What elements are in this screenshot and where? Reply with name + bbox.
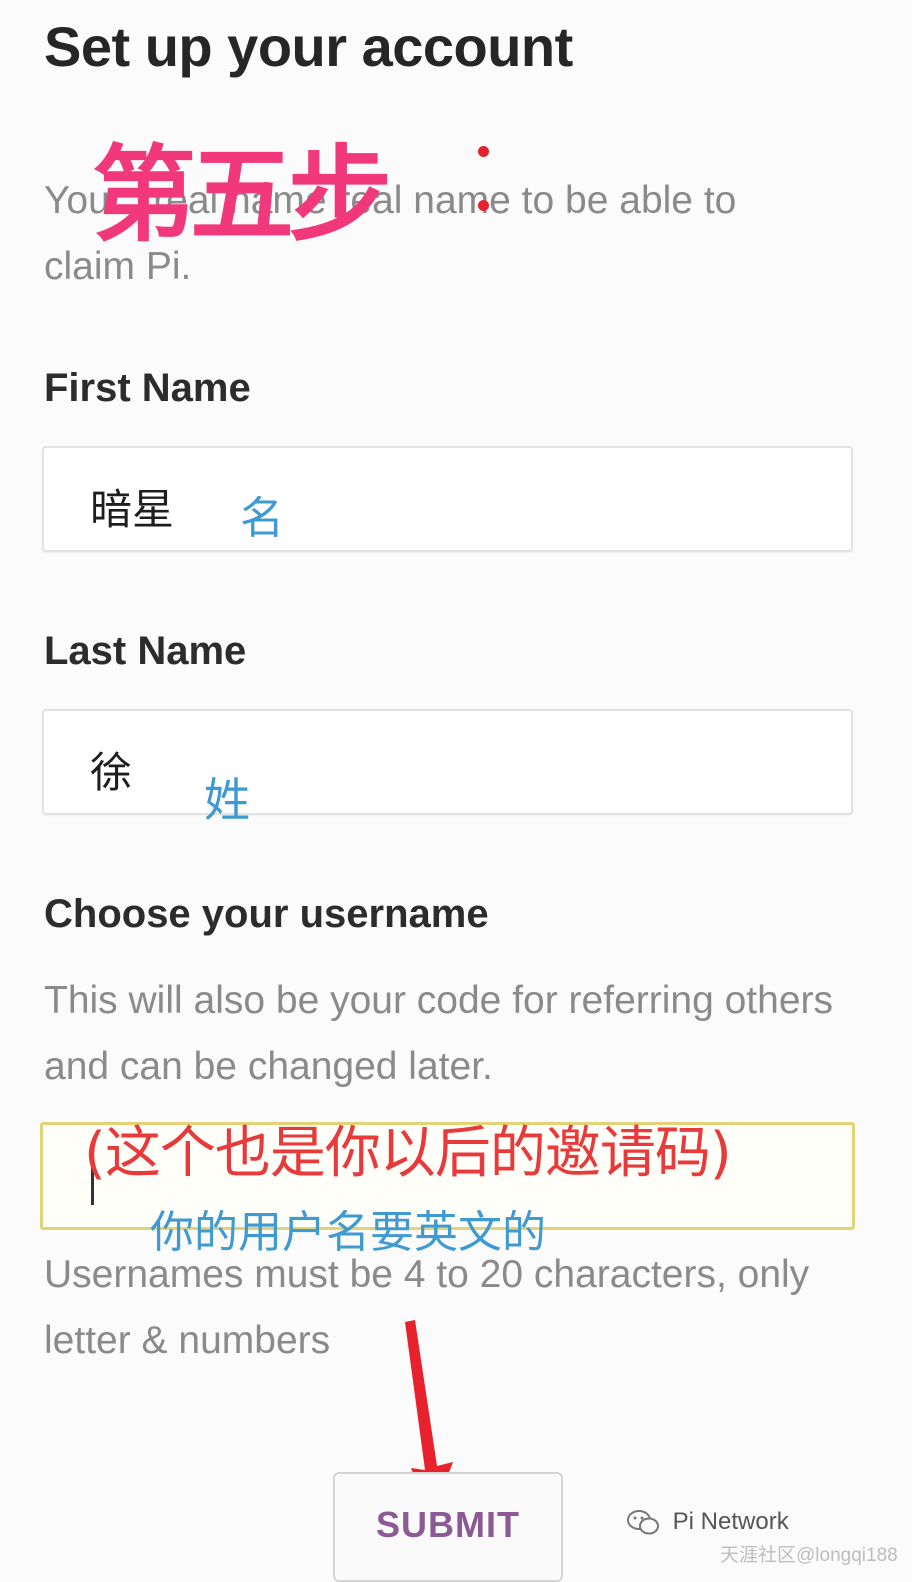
last-name-annotation: 姓 bbox=[204, 773, 250, 827]
step-annotation: 第五步 bbox=[92, 133, 392, 256]
watermark-credit: 天涯社区@longqi188 bbox=[720, 1545, 898, 1566]
username-label: Choose your username bbox=[44, 892, 489, 936]
step-colon-mark bbox=[474, 140, 494, 220]
username-helper-text: This will also be your code for referrin… bbox=[44, 979, 834, 1088]
last-name-value: 徐 bbox=[90, 748, 133, 797]
submit-button[interactable]: SUBMIT bbox=[333, 1472, 563, 1582]
wechat-icon bbox=[627, 1509, 659, 1535]
last-name-field[interactable]: 徐 bbox=[42, 709, 853, 815]
first-name-value: 暗星 bbox=[90, 485, 175, 534]
watermark-account-name: Pi Network bbox=[672, 1508, 789, 1535]
invite-code-annotation: (这个也是你以后的邀请码) bbox=[84, 1121, 732, 1186]
last-name-label: Last Name bbox=[44, 629, 247, 673]
watermark-account: Pi Network bbox=[626, 1508, 789, 1537]
first-name-field[interactable]: 暗星 bbox=[42, 446, 853, 552]
submit-button-label: SUBMIT bbox=[376, 1504, 520, 1545]
page-title: Set up your account bbox=[44, 15, 573, 78]
first-name-label: First Name bbox=[44, 366, 251, 410]
first-name-annotation: 名 bbox=[240, 493, 284, 544]
